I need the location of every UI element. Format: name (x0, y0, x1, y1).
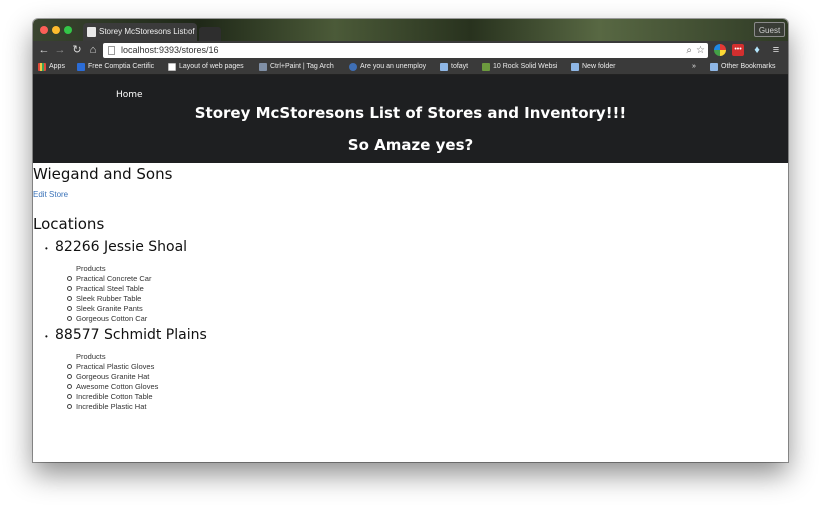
maximize-window-button[interactable] (64, 26, 72, 34)
list-bullet: • (45, 244, 48, 253)
home-icon[interactable]: ⌂ (86, 43, 100, 57)
product-item: Gorgeous Cotton Car (67, 314, 147, 323)
bookmark-new-folder[interactable]: New folder (571, 60, 642, 74)
page-favicon-icon (87, 27, 96, 37)
tab-title: Storey McStoresons List of (99, 27, 195, 36)
color-wheel-extension-icon[interactable] (714, 44, 726, 56)
product-item: Incredible Cotton Table (67, 392, 153, 401)
product-item: Practical Concrete Car (67, 274, 151, 283)
product-item: Sleek Rubber Table (67, 294, 141, 303)
product-item: Gorgeous Granite Hat (67, 372, 149, 381)
edit-store-link[interactable]: Edit Store (33, 190, 68, 199)
store-name-heading: Wiegand and Sons (33, 165, 173, 183)
page-subtitle: So Amaze yes? (347, 136, 474, 154)
location-name: 88577 Schmidt Plains (55, 327, 207, 343)
page-icon (168, 63, 176, 71)
browser-window: Storey McStoresons List of ✕ Guest ← → ↻… (33, 19, 788, 462)
apps-grid-icon (38, 63, 46, 71)
location-name: 82266 Jessie Shoal (55, 239, 188, 255)
product-item: Incredible Plastic Hat (67, 402, 146, 411)
nav-home-link[interactable]: Home (116, 90, 143, 100)
menu-icon[interactable]: ≡ (770, 44, 782, 56)
tab-strip: Storey McStoresons List of ✕ Guest (33, 19, 788, 41)
page-content: Home Storey McStoresons List of Stores a… (33, 75, 788, 462)
minimize-window-button[interactable] (52, 26, 60, 34)
magnifier-icon[interactable]: ⌕ (686, 43, 692, 58)
browser-toolbar: ← → ↻ ⌂ localhost:9393/stores/16 ⌕ ☆ •••… (33, 41, 788, 60)
folder-icon (710, 63, 718, 71)
bookmark-ctrlpaint[interactable]: Ctrl+Paint | Tag Arch (259, 60, 352, 74)
more-bookmarks-chevron[interactable]: » (692, 60, 700, 74)
bookmark-star-icon[interactable]: ☆ (696, 43, 705, 58)
address-bar[interactable]: localhost:9393/stores/16 ⌕ ☆ (103, 43, 708, 58)
product-item: Sleek Granite Pants (67, 304, 143, 313)
ctrlpaint-icon (259, 63, 267, 71)
list-bullet: • (45, 332, 48, 341)
site-header: Home Storey McStoresons List of Stores a… (33, 75, 788, 163)
p-logo-icon (77, 63, 85, 71)
d-logo-icon (482, 63, 490, 71)
folder-icon (440, 63, 448, 71)
bookmark-layout[interactable]: Layout of web pages (168, 60, 257, 74)
back-arrow-icon[interactable]: ← (37, 43, 51, 57)
red-extension-icon[interactable]: ••• (732, 44, 744, 56)
bookmark-comptia[interactable]: Free Comptia Certific (77, 60, 166, 74)
product-item: Awesome Cotton Gloves (67, 382, 158, 391)
forward-arrow-icon[interactable]: → (53, 43, 67, 57)
url-text: localhost:9393/stores/16 (121, 45, 219, 55)
product-item: Practical Plastic Gloves (67, 362, 154, 371)
reload-icon[interactable]: ↻ (70, 43, 84, 57)
active-tab[interactable]: Storey McStoresons List of ✕ (83, 23, 197, 41)
products-label: Products (76, 264, 106, 273)
diamond-extension-icon[interactable]: ♦ (751, 44, 763, 56)
screenshot-stage: Storey McStoresons List of ✕ Guest ← → ↻… (0, 0, 821, 509)
other-bookmarks[interactable]: Other Bookmarks (710, 60, 788, 74)
new-tab-button[interactable] (199, 27, 221, 41)
page-title: Storey McStoresons List of Stores and In… (194, 104, 627, 122)
products-label: Products (76, 352, 106, 361)
bookmark-rocksolid[interactable]: 10 Rock Solid Websi (482, 60, 575, 74)
folder-icon (571, 63, 579, 71)
bookmark-unemployed[interactable]: Are you an unemploy (349, 60, 442, 74)
location-item: • 88577 Schmidt Plains Products Practica… (33, 327, 433, 422)
page-info-icon[interactable] (108, 46, 115, 55)
guest-profile-button[interactable]: Guest (754, 22, 785, 37)
close-window-button[interactable] (40, 26, 48, 34)
product-item: Practical Steel Table (67, 284, 144, 293)
location-item: • 82266 Jessie Shoal Products Practical … (33, 239, 433, 334)
bookmarks-bar: Apps Free Comptia Certific Layout of web… (33, 60, 788, 75)
locations-heading: Locations (33, 215, 105, 233)
circle-logo-icon (349, 63, 357, 71)
close-tab-icon[interactable]: ✕ (184, 23, 192, 41)
